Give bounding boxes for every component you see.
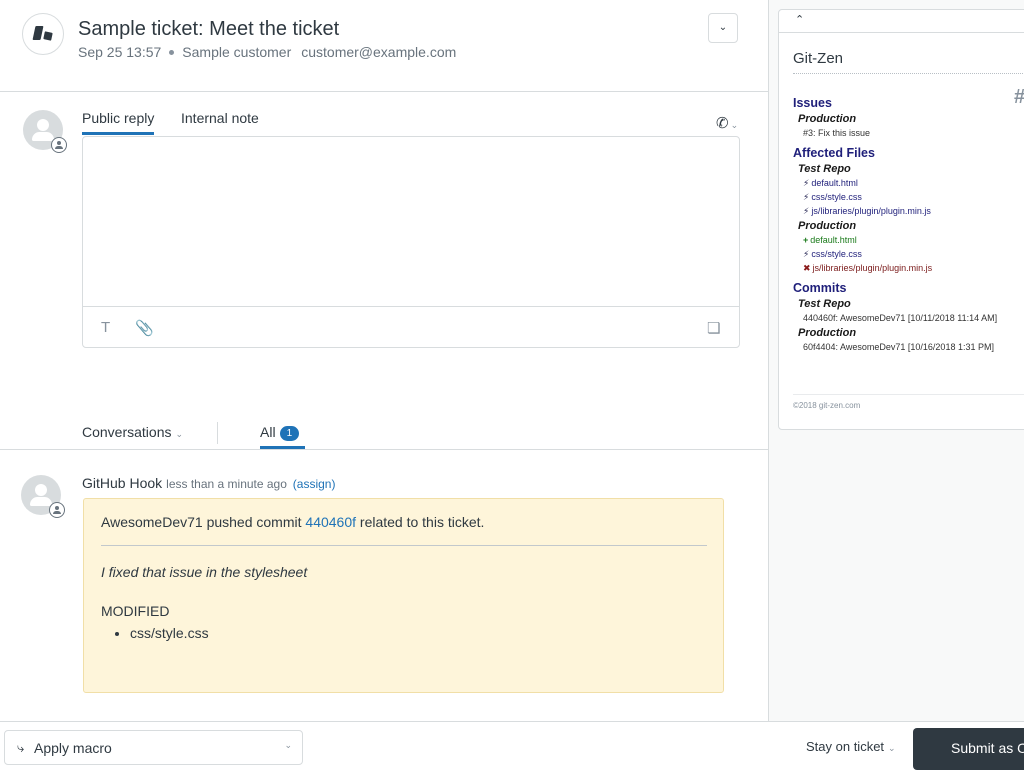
ticket-options-button[interactable]: ⌄ (708, 13, 738, 43)
affected-files-heading: Affected Files (793, 146, 875, 160)
stay-on-ticket-label: Stay on ticket (806, 739, 885, 754)
conversations-dropdown[interactable]: Conversations ⌄ (82, 424, 183, 440)
repo-name: Test Repo (798, 163, 851, 175)
file-item[interactable]: ⚡ css/style.css (803, 249, 1024, 263)
tab-internal-note[interactable]: Internal note (181, 110, 259, 126)
issue-item[interactable]: #3: Fix this issue (803, 128, 1024, 142)
divider (793, 394, 1024, 395)
reply-editor[interactable]: T 📎 ❏ (82, 136, 740, 348)
text-format-icon[interactable]: T (101, 319, 110, 336)
commit-item[interactable]: 440460f: AwesomeDev71 [10/11/2018 11:14 … (803, 313, 1024, 327)
app-title: Git-Zen (793, 50, 844, 67)
requester-name[interactable]: Sample customer (182, 44, 291, 60)
gitzen-app-panel: ⌃ Git-Zen # Issues Production #3: Fix th… (778, 9, 1024, 430)
file-item[interactable]: ⚡ css/style.css (803, 192, 1024, 206)
separator-dot (169, 49, 175, 55)
repo-name: Production (798, 113, 857, 125)
related-text: related to this ticket. (359, 514, 485, 530)
all-label: All (260, 424, 276, 440)
commit-item[interactable]: 60f4404: AwesomeDev71 [10/16/2018 1:31 P… (803, 342, 1024, 356)
chevron-down-icon: ⌄ (175, 429, 184, 439)
divider (217, 422, 218, 444)
event-author[interactable]: GitHub Hook (82, 475, 162, 491)
paperclip-icon[interactable]: 📎 (135, 319, 154, 337)
modified-icon: ⚡ (803, 178, 810, 188)
user-badge-icon (51, 137, 67, 153)
event-time: less than a minute ago (166, 477, 287, 491)
brand-logo-icon (22, 13, 64, 55)
divider (793, 73, 1024, 74)
chevron-up-icon[interactable]: ⌃ (795, 13, 804, 26)
removed-icon: ✖ (803, 263, 811, 273)
app-panel-header[interactable]: ⌃ (779, 10, 1024, 33)
ticket-main: Sample ticket: Meet the ticket Sep 25 13… (0, 0, 769, 721)
tab-all[interactable]: All 1 (260, 424, 300, 441)
file-item[interactable]: ⚡ js/libraries/plugin/plugin.min.js (803, 206, 1024, 220)
repo-name: Production (798, 327, 857, 339)
issues-heading: Issues (793, 96, 832, 110)
assign-link[interactable]: (assign) (293, 477, 336, 491)
chevron-down-icon: ⌄ (730, 120, 739, 130)
chevron-down-icon: ⌄ (888, 743, 896, 753)
file-path: css/style.css (811, 192, 862, 202)
chevron-down-icon: ⌄ (284, 740, 292, 750)
submit-button[interactable]: Submit as O (913, 728, 1024, 770)
lightning-icon: ⤷ (17, 740, 25, 755)
ticket-date: Sep 25 13:57 (78, 44, 162, 60)
pushed-text: pushed commit (206, 514, 302, 530)
conversation-filter-bar: Conversations ⌄ All 1 (0, 410, 768, 450)
repo-name: Test Repo (798, 298, 851, 310)
ticket-title: Sample ticket: Meet the ticket (78, 18, 340, 40)
file-item[interactable]: + default.html (803, 235, 1024, 249)
apply-macro-dropdown[interactable]: ⤷ Apply macro ⌄ (4, 730, 303, 765)
file-path: js/libraries/plugin/plugin.min.js (812, 263, 933, 273)
puzzle-icon[interactable]: ❏ (707, 319, 720, 337)
event-body: AwesomeDev71 pushed commit 440460f relat… (83, 498, 724, 693)
modified-files-list: css/style.css (130, 625, 209, 641)
chevron-down-icon: ⌄ (718, 22, 728, 33)
push-summary: AwesomeDev71 pushed commit 440460f relat… (101, 514, 484, 530)
ticket-footer: ⤷ Apply macro ⌄ Stay on ticket ⌄ Submit a… (0, 721, 1024, 770)
repo-name: Production (798, 220, 857, 232)
ticket-meta: Sep 25 13:57 Sample customer customer@exam… (78, 44, 456, 60)
modified-file: css/style.css (130, 625, 209, 641)
modified-icon: ⚡ (803, 249, 810, 259)
stay-on-ticket-dropdown[interactable]: Stay on ticket ⌄ (806, 739, 896, 754)
app-copyright: ©2018 git-zen.com (793, 401, 861, 410)
ticket-header: Sample ticket: Meet the ticket Sep 25 13… (0, 0, 768, 92)
file-path: default.html (811, 178, 858, 188)
divider (101, 545, 707, 546)
gitzen-content: Issues Production #3: Fix this issue Aff… (793, 92, 1024, 356)
phone-outgoing-icon: ✆ (716, 115, 729, 132)
modified-label: MODIFIED (101, 603, 170, 619)
event-header: GitHub Hook less than a minute ago (assig… (82, 475, 335, 491)
commit-message: I fixed that issue in the stylesheet (101, 564, 308, 580)
commit-link[interactable]: 440460f (305, 514, 356, 530)
requester-email: customer@example.com (301, 44, 457, 60)
count-badge: 1 (279, 426, 300, 441)
agent-avatar (23, 110, 67, 153)
file-path: js/libraries/plugin/plugin.min.js (811, 206, 931, 216)
tab-public-reply[interactable]: Public reply (82, 110, 155, 135)
apply-macro-label: Apply macro (34, 740, 112, 756)
commits-heading: Commits (793, 281, 847, 295)
file-item[interactable]: ✖ js/libraries/plugin/plugin.min.js (803, 263, 1024, 277)
active-tab-indicator (260, 446, 305, 449)
conversations-label: Conversations (82, 424, 172, 440)
modified-icon: ⚡ (803, 192, 810, 202)
pusher-name: AwesomeDev71 (101, 514, 203, 530)
call-button[interactable]: ✆ ⌄ (716, 114, 738, 132)
user-badge-icon (49, 502, 65, 518)
file-path: css/style.css (811, 249, 862, 259)
added-icon: + (803, 235, 809, 245)
reply-body-input[interactable] (83, 137, 739, 307)
file-path: default.html (810, 235, 857, 245)
file-item[interactable]: ⚡ default.html (803, 178, 1024, 192)
modified-icon: ⚡ (803, 206, 810, 216)
event-author-avatar (21, 475, 65, 518)
